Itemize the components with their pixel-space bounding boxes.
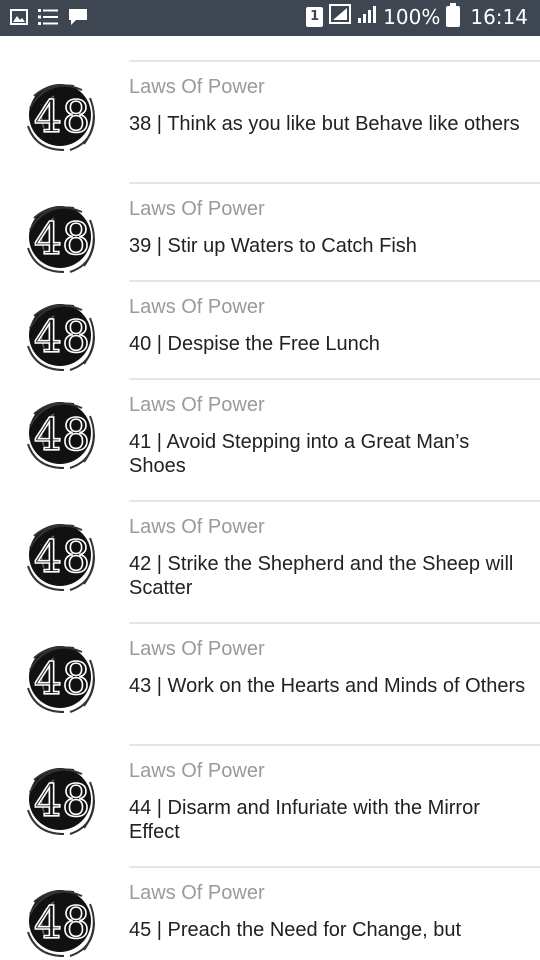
law-list-item[interactable]: 48 Laws Of Power 45 | Preach the Need for …	[0, 868, 540, 960]
message-icon	[68, 8, 88, 31]
laws-list-content: 48Laws Of Power37 | Create Compelling Sp…	[0, 36, 540, 960]
law-list-item[interactable]: 48 Laws Of Power 44 | Disarm and Infuriate…	[0, 746, 540, 868]
law-text-block: Laws Of Power 40 | Despise the Free Lunch	[129, 295, 526, 356]
law-avatar-icon: 48	[24, 762, 100, 838]
law-text-block: Laws Of Power 39 | Stir up Waters to Catc…	[129, 197, 526, 258]
law-avatar-icon: 48	[24, 200, 100, 276]
law-avatar-number: 48	[34, 898, 90, 949]
law-subtitle: Laws Of Power	[129, 198, 265, 220]
law-text-block: Laws Of Power 45 | Preach the Need for Ch…	[129, 881, 526, 942]
signal-sim1-icon	[329, 4, 352, 29]
signal-strength-icon	[357, 4, 377, 29]
sim-card-icon: 1	[306, 6, 324, 27]
law-avatar-icon: 48	[24, 518, 100, 594]
notification-icons	[10, 8, 88, 31]
law-avatar-icon: 48	[24, 640, 100, 716]
law-avatar-icon: 48	[24, 298, 100, 374]
law-title: 44 | Disarm and Infuriate with the Mirro…	[129, 797, 480, 843]
law-avatar-icon: 48	[24, 396, 100, 472]
law-list-item[interactable]: 48 Laws Of Power 42 | Strike the Shepherd …	[0, 502, 540, 624]
status-bar: 1 100% 16:14	[0, 0, 540, 36]
law-list-item[interactable]: 48 Laws Of Power 43 | Work on the Hearts a…	[0, 624, 540, 746]
law-list-item[interactable]: 48Laws Of Power37 | Create Compelling Sp…	[0, 36, 540, 62]
law-avatar-number: 48	[34, 776, 90, 827]
law-list-item[interactable]: 48 Laws Of Power 38 | Think as you like bu…	[0, 62, 540, 184]
law-avatar-icon: 48	[24, 884, 100, 960]
gallery-icon	[10, 9, 28, 30]
law-subtitle: Laws Of Power	[129, 76, 265, 98]
law-subtitle: Laws Of Power	[129, 394, 265, 416]
law-list-item[interactable]: 48 Laws Of Power 40 | Despise the Free Lun…	[0, 282, 540, 380]
law-subtitle: Laws Of Power	[129, 760, 265, 782]
law-avatar-number: 48	[34, 654, 90, 705]
law-subtitle: Laws Of Power	[129, 516, 265, 538]
law-list-item[interactable]: 48 Laws Of Power 39 | Stir up Waters to Ca…	[0, 184, 540, 282]
law-text-block: Laws Of Power 44 | Disarm and Infuriate w…	[129, 759, 526, 844]
battery-percent: 100%	[383, 4, 441, 29]
battery-icon	[446, 3, 461, 27]
law-subtitle: Laws Of Power	[129, 638, 265, 660]
law-avatar-number: 48	[34, 214, 90, 265]
law-title: 43 | Work on the Hearts and Minds of Oth…	[129, 675, 526, 697]
law-title: 38 | Think as you like but Behave like o…	[129, 113, 520, 135]
law-title: 42 | Strike the Shepherd and the Sheep w…	[129, 553, 514, 599]
law-list-item[interactable]: 48 Laws Of Power 41 | Avoid Stepping into …	[0, 380, 540, 502]
clock: 16:14	[470, 4, 528, 29]
system-status: 1 100% 16:14	[306, 3, 528, 29]
law-avatar-number: 48	[34, 410, 90, 461]
law-text-block: Laws Of Power 42 | Strike the Shepherd an…	[129, 515, 526, 600]
law-title: 39 | Stir up Waters to Catch Fish	[129, 235, 417, 257]
law-text-block: Laws Of Power 43 | Work on the Hearts and…	[129, 637, 526, 698]
law-title: 41 | Avoid Stepping into a Great Man’s S…	[129, 431, 470, 477]
law-avatar-icon: 48	[24, 78, 100, 154]
law-avatar-number: 48	[34, 312, 90, 363]
law-subtitle: Laws Of Power	[129, 296, 265, 318]
list-icon	[38, 8, 58, 31]
law-title: 45 | Preach the Need for Change, but	[129, 919, 462, 941]
law-title: 40 | Despise the Free Lunch	[129, 333, 380, 355]
law-subtitle: Laws Of Power	[129, 882, 265, 904]
law-avatar-number: 48	[34, 532, 90, 583]
laws-list[interactable]: 48Laws Of Power37 | Create Compelling Sp…	[0, 36, 540, 960]
law-avatar-number: 48	[34, 92, 90, 143]
law-text-block: Laws Of Power 38 | Think as you like but …	[129, 75, 526, 136]
law-text-block: Laws Of Power 41 | Avoid Stepping into a …	[129, 393, 526, 478]
